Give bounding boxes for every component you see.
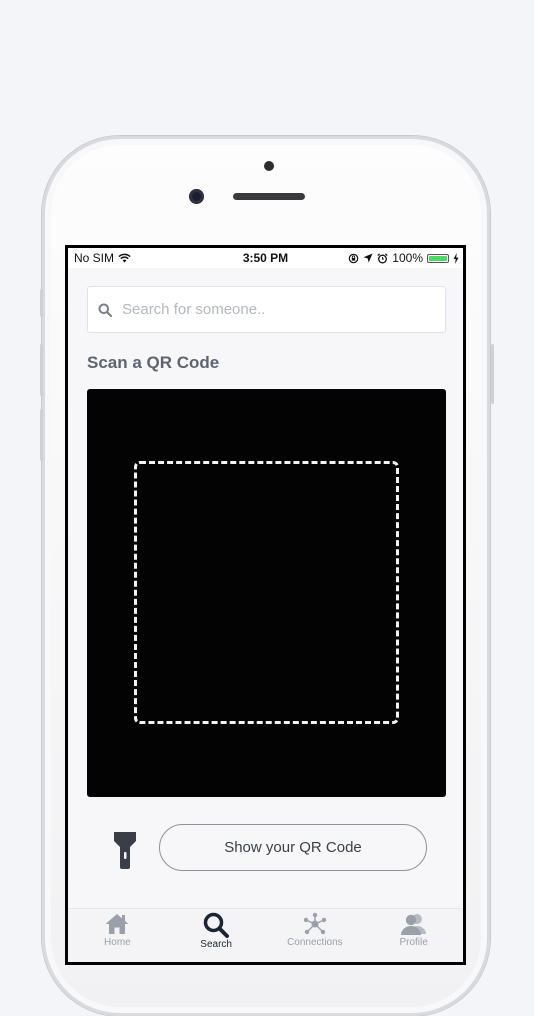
search-icon [98, 303, 112, 317]
status-bar: No SIM 3:50 PM 100% [68, 248, 463, 268]
tab-label-profile: Profile [399, 937, 428, 948]
power-button [491, 344, 494, 404]
earpiece-speaker [233, 193, 305, 200]
tab-search[interactable]: Search [176, 909, 256, 962]
flashlight-icon[interactable] [110, 830, 140, 870]
search-icon [203, 912, 230, 938]
tab-home[interactable]: Home [77, 909, 157, 962]
search-field[interactable] [87, 286, 446, 333]
phone-screen: No SIM 3:50 PM 100% Search for someone..… [65, 245, 466, 965]
profile-icon [400, 914, 426, 935]
camera-viewfinder[interactable] [87, 389, 446, 797]
battery-level [429, 255, 447, 261]
battery-icon [427, 253, 449, 263]
volume-down-button [40, 409, 43, 461]
status-time: 3:50 PM [242, 251, 289, 265]
front-camera [189, 189, 204, 204]
show-qr-code-button[interactable]: Show your QR Code [159, 824, 427, 871]
tab-label-home: Home [104, 937, 131, 948]
home-icon [105, 914, 129, 934]
scan-qr-title: Scan a QR Code [87, 353, 220, 372]
scan-target-frame [134, 461, 399, 724]
proximity-sensor [264, 161, 274, 171]
volume-up-button [40, 344, 43, 396]
tab-connections[interactable]: Connections [275, 909, 355, 962]
tab-label-connections: Connections [287, 937, 343, 948]
mute-switch [40, 289, 43, 317]
app-screen: No SIM 3:50 PM 100% Search for someone..… [68, 248, 463, 962]
tab-profile[interactable]: Profile [374, 909, 454, 962]
connections-icon [303, 912, 327, 935]
tab-bar: Home Search Connections Profile [68, 908, 463, 962]
tab-label-search: Search [200, 939, 232, 950]
search-input[interactable] [120, 300, 424, 319]
